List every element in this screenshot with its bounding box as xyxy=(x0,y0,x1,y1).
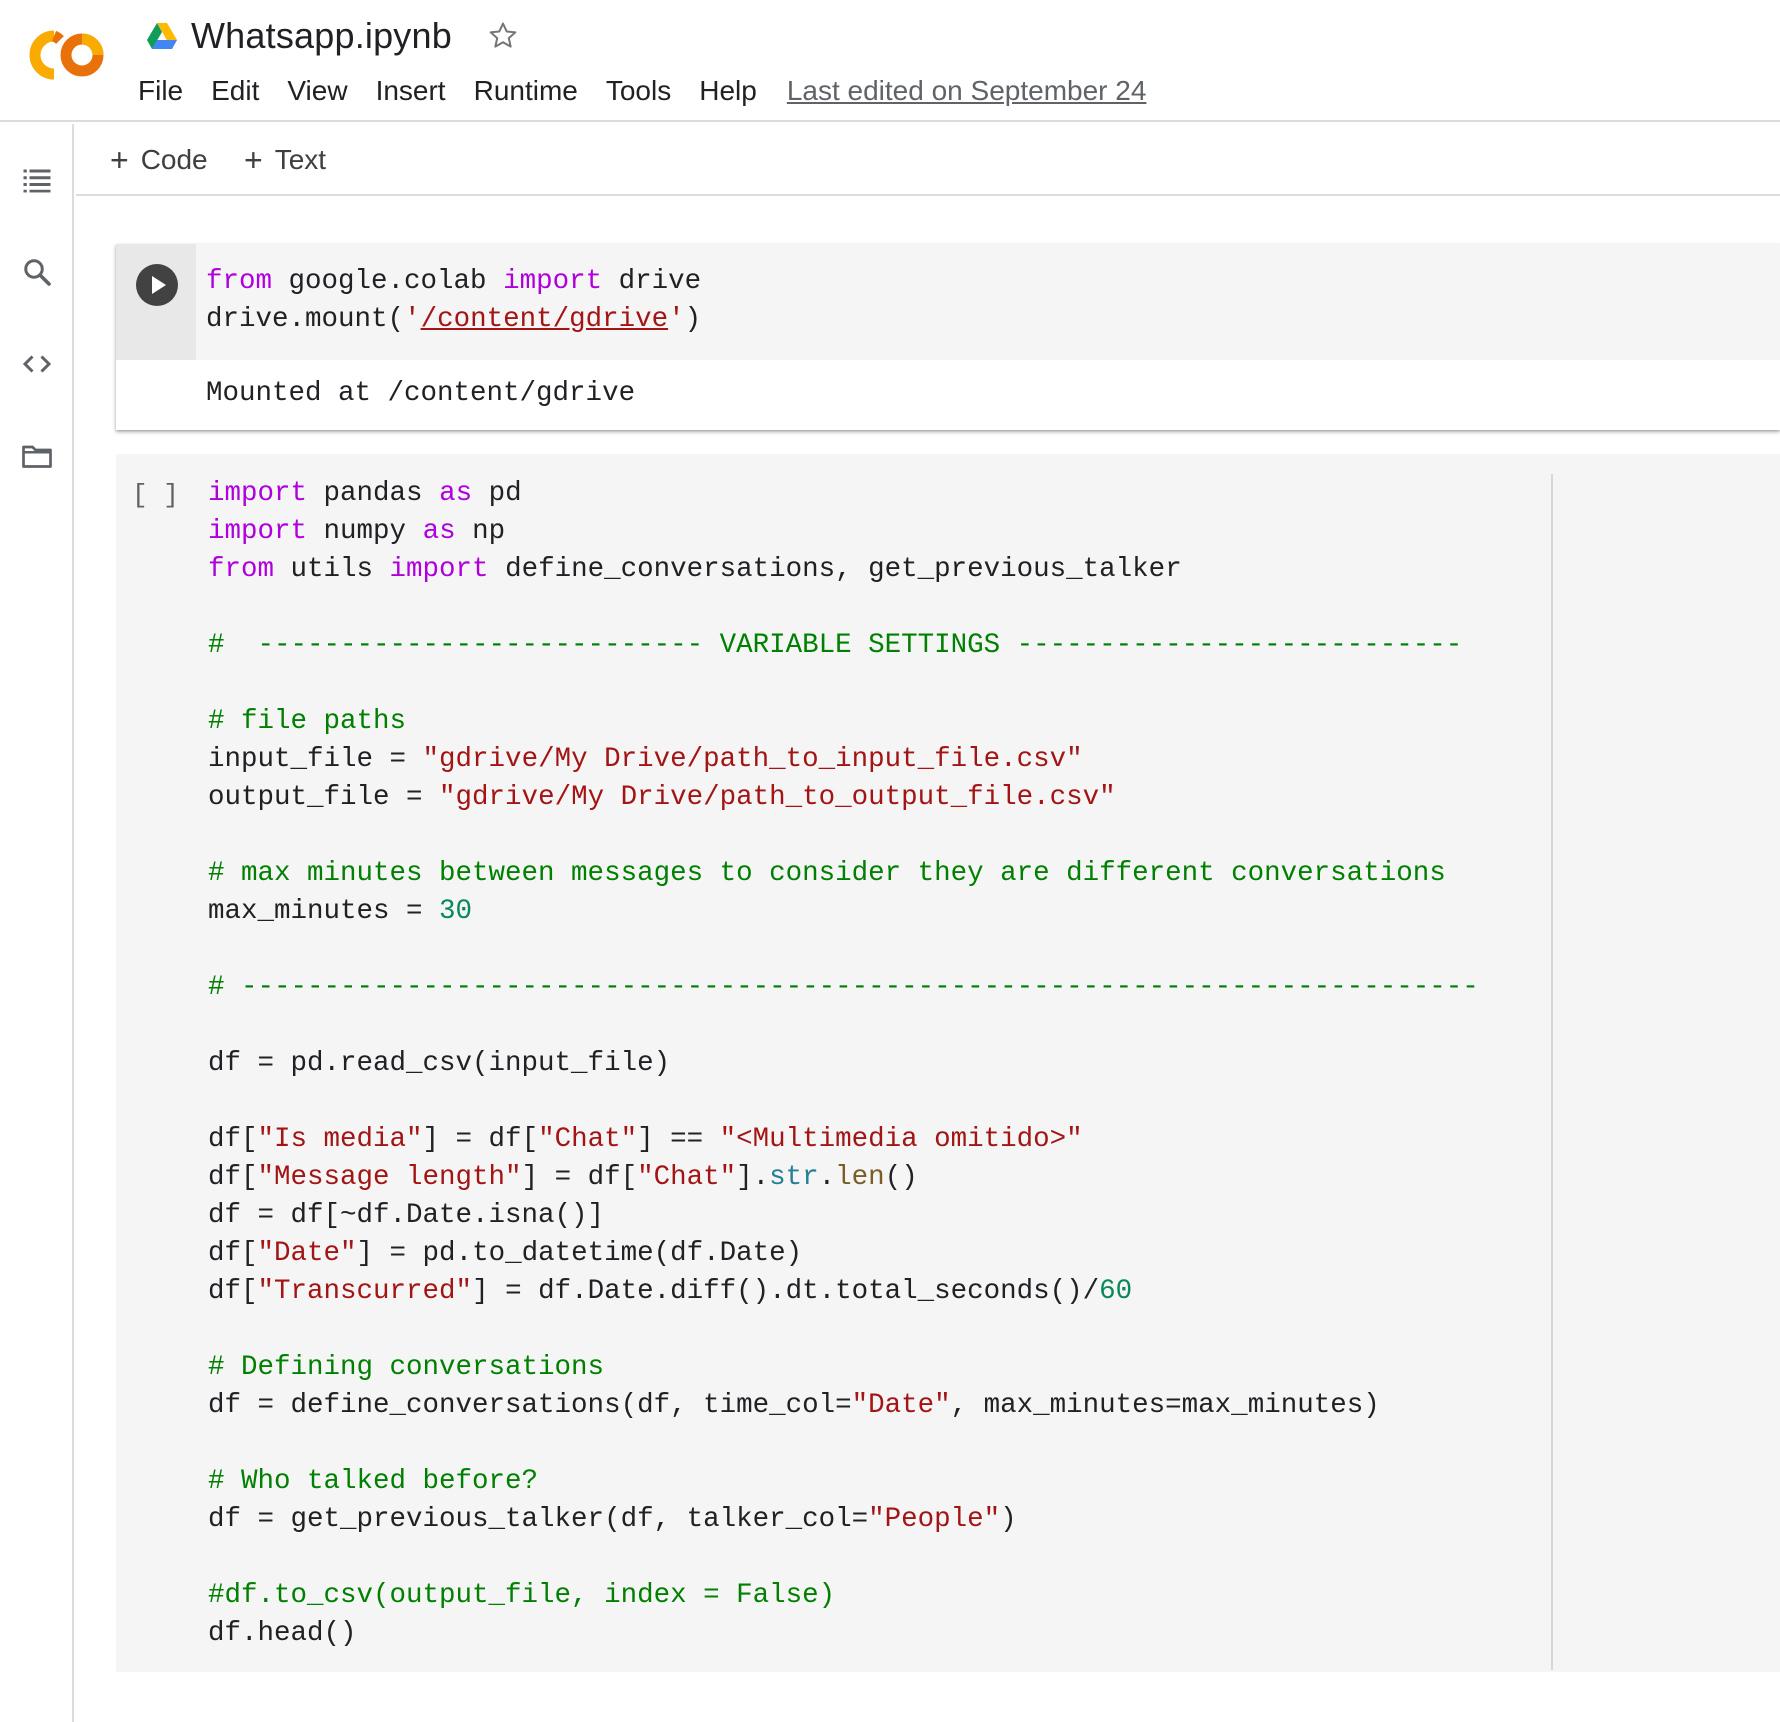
add-text-button[interactable]: + Text xyxy=(244,142,326,178)
code-line: import numpy as np xyxy=(208,516,506,547)
add-code-button[interactable]: + Code xyxy=(110,142,208,178)
star-icon[interactable] xyxy=(486,19,520,53)
search-icon[interactable] xyxy=(19,254,55,290)
menu-tools[interactable]: Tools xyxy=(606,75,671,107)
code-line: input_file = "gdrive/My Drive/path_to_in… xyxy=(208,744,1083,775)
code-line: from utils import define_conversations, … xyxy=(208,554,1182,585)
add-text-label: Text xyxy=(274,144,327,175)
code-cell-drive-mount[interactable]: from google.colab import drive drive.mou… xyxy=(116,244,1780,430)
menu-view[interactable]: View xyxy=(287,75,347,107)
plus-icon: + xyxy=(110,141,129,178)
run-cell-button[interactable] xyxy=(136,264,178,306)
code-comment: # --------------------------- VARIABLE S… xyxy=(208,630,1463,661)
play-icon xyxy=(152,276,166,294)
code-line: df["Message length"] = df["Chat"].str.le… xyxy=(208,1162,918,1193)
code-comment: # --------------------------------------… xyxy=(208,972,1479,1003)
code-comment: # max minutes between messages to consid… xyxy=(208,858,1446,889)
code-comment: # Who talked before? xyxy=(208,1466,539,1497)
code-line: output_file = "gdrive/My Drive/path_to_o… xyxy=(208,782,1116,813)
left-sidebar xyxy=(0,124,74,1722)
code-cell-main[interactable]: [ ] import pandas as pd import numpy as … xyxy=(116,454,1780,1672)
line-length-ruler xyxy=(1551,474,1553,1670)
code-line: df["Date"] = pd.to_datetime(df.Date) xyxy=(208,1238,803,1269)
execution-count-bracket[interactable]: [ ] xyxy=(132,480,179,510)
code-line: import pandas as pd xyxy=(208,478,522,509)
google-drive-icon[interactable] xyxy=(147,23,177,49)
code-block: from google.colab import drive drive.mou… xyxy=(206,263,701,339)
plus-icon: + xyxy=(244,141,263,178)
code-line: df = df[~df.Date.isna()] xyxy=(208,1200,605,1231)
code-line: from google.colab import drive xyxy=(206,266,702,297)
menu-edit[interactable]: Edit xyxy=(211,75,259,107)
code-line: df = pd.read_csv(input_file) xyxy=(208,1048,671,1079)
cell-gutter xyxy=(116,244,196,360)
notebook-toolbar: + Code + Text xyxy=(76,124,1780,196)
last-edited-link[interactable]: Last edited on September 24 xyxy=(787,75,1147,107)
menu-file[interactable]: File xyxy=(138,75,183,107)
code-line: df["Is media"] = df["Chat"] == "<Multime… xyxy=(208,1124,1083,1155)
table-of-contents-icon[interactable] xyxy=(19,162,55,198)
notebook-title[interactable]: Whatsapp.ipynb xyxy=(191,15,452,57)
files-folder-icon[interactable] xyxy=(19,438,55,474)
code-snippets-icon[interactable] xyxy=(19,346,55,382)
colab-logo-icon[interactable] xyxy=(24,28,108,82)
add-code-label: Code xyxy=(140,144,208,175)
code-line: drive.mount('/content/gdrive') xyxy=(206,304,702,335)
menu-help[interactable]: Help xyxy=(699,75,757,107)
menu-runtime[interactable]: Runtime xyxy=(474,75,578,107)
code-comment: # file paths xyxy=(208,706,407,737)
code-line: df = get_previous_talker(df, talker_col=… xyxy=(208,1504,1017,1535)
code-block: import pandas as pd import numpy as np f… xyxy=(208,475,1479,1653)
cell-output: Mounted at /content/gdrive xyxy=(116,360,1780,430)
code-line: df.head() xyxy=(208,1618,357,1649)
notebook-header: Whatsapp.ipynb File Edit View Insert Run… xyxy=(0,0,1780,122)
code-line: df["Transcurred"] = df.Date.diff().dt.to… xyxy=(208,1276,1133,1307)
code-line: df = define_conversations(df, time_col="… xyxy=(208,1390,1380,1421)
code-line: max_minutes = 30 xyxy=(208,896,473,927)
output-text: Mounted at /content/gdrive xyxy=(206,378,636,409)
cell-editor[interactable]: from google.colab import drive drive.mou… xyxy=(196,244,1780,360)
code-comment: #df.to_csv(output_file, index = False) xyxy=(208,1580,836,1611)
menu-insert[interactable]: Insert xyxy=(376,75,446,107)
code-comment: # Defining conversations xyxy=(208,1352,605,1383)
menu-bar: File Edit View Insert Runtime Tools Help… xyxy=(138,72,1146,110)
